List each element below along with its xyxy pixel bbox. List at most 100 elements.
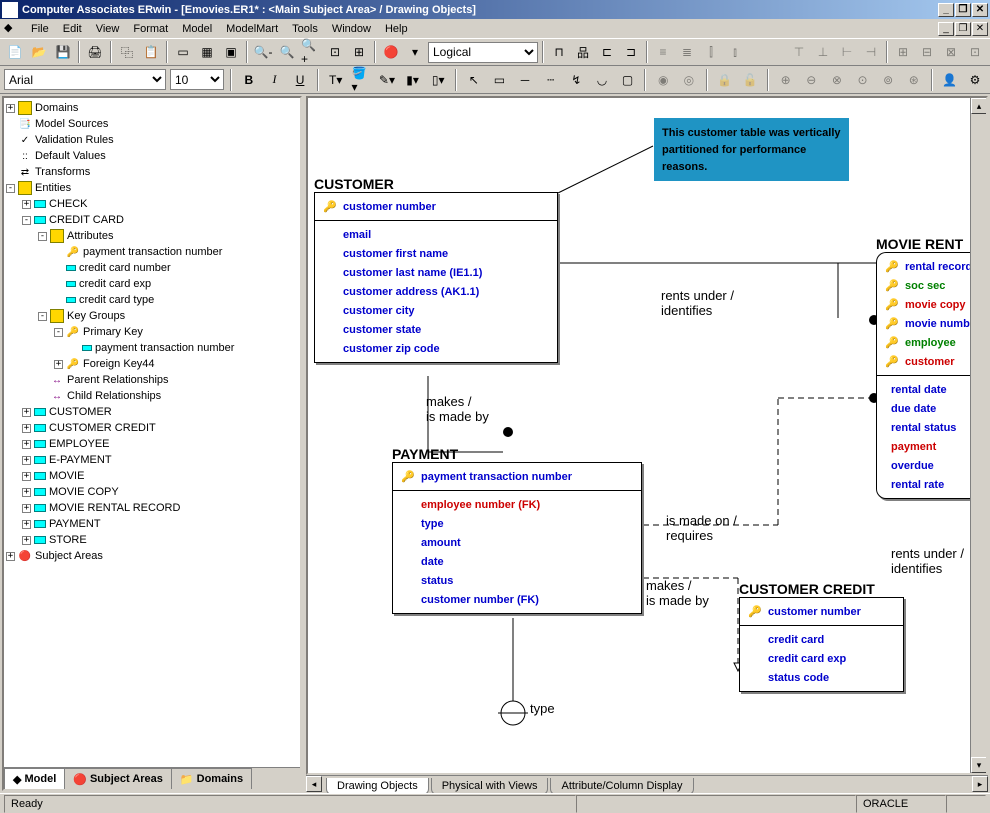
- menu-model[interactable]: Model: [175, 21, 219, 37]
- group-btn-1[interactable]: ⊞: [892, 41, 914, 63]
- scroll-right-button[interactable]: ▸: [972, 776, 988, 792]
- many-rel-tool[interactable]: ↯: [566, 69, 588, 91]
- mm-btn-3[interactable]: 🔒: [714, 69, 736, 91]
- toolbar-btn-3[interactable]: ▣: [220, 41, 242, 63]
- tree-node[interactable]: -🔑Primary Key: [6, 324, 298, 340]
- expand-toggle[interactable]: +: [22, 456, 31, 465]
- tree-node[interactable]: +CHECK: [6, 196, 298, 212]
- underline-button[interactable]: U: [289, 69, 311, 91]
- new-button[interactable]: 📄: [4, 41, 26, 63]
- mm-btn-5[interactable]: ⊕: [775, 69, 797, 91]
- expand-toggle[interactable]: [6, 152, 15, 161]
- fill-color-button[interactable]: 🪣▾: [351, 69, 373, 91]
- zoom-area-button[interactable]: ⊞: [348, 41, 370, 63]
- scroll-down-button[interactable]: ▾: [971, 757, 987, 773]
- toolbar-btn-1[interactable]: ▭: [172, 41, 194, 63]
- tree-node[interactable]: -Key Groups: [6, 308, 298, 324]
- identifying-rel-tool[interactable]: ─: [514, 69, 536, 91]
- pointer-tool[interactable]: ↖: [463, 69, 485, 91]
- align-btn-6[interactable]: ⊥: [812, 41, 834, 63]
- tree-node[interactable]: +PAYMENT: [6, 516, 298, 532]
- align-btn-5[interactable]: ⊤: [788, 41, 810, 63]
- tree-node[interactable]: +MOVIE RENTAL RECORD: [6, 500, 298, 516]
- expand-toggle[interactable]: [54, 296, 63, 305]
- expand-toggle[interactable]: +: [22, 504, 31, 513]
- mm-btn-9[interactable]: ⊚: [877, 69, 899, 91]
- tree-node[interactable]: 🔑payment transaction number: [6, 244, 298, 260]
- expand-toggle[interactable]: -: [54, 328, 63, 337]
- tree-node[interactable]: +MOVIE: [6, 468, 298, 484]
- zoom-in-button[interactable]: 🔍+: [300, 41, 322, 63]
- tree-node[interactable]: +E-PAYMENT: [6, 452, 298, 468]
- toolbar-btn-2[interactable]: ▦: [196, 41, 218, 63]
- mm-btn-2[interactable]: ◎: [678, 69, 700, 91]
- annotation-note[interactable]: This customer table was vertically parti…: [654, 118, 849, 181]
- expand-toggle[interactable]: +: [22, 200, 31, 209]
- menu-format[interactable]: Format: [126, 21, 175, 37]
- expand-toggle[interactable]: [38, 376, 47, 385]
- canvas-tab-physical-with-views[interactable]: Physical with Views: [431, 778, 549, 795]
- font-name-select[interactable]: Arial: [4, 69, 166, 90]
- open-button[interactable]: 📂: [28, 41, 50, 63]
- tree-node[interactable]: ✓Validation Rules: [6, 132, 298, 148]
- tree-node[interactable]: payment transaction number: [6, 340, 298, 356]
- mm-btn-6[interactable]: ⊖: [801, 69, 823, 91]
- tree-node[interactable]: +STORE: [6, 532, 298, 548]
- zoom-out-button[interactable]: 🔍-: [252, 41, 274, 63]
- expand-toggle[interactable]: [54, 264, 63, 273]
- expand-toggle[interactable]: [6, 120, 15, 129]
- expand-toggle[interactable]: +: [22, 408, 31, 417]
- dropdown-icon[interactable]: ▾: [404, 41, 426, 63]
- expand-toggle[interactable]: +: [6, 104, 15, 113]
- italic-button[interactable]: I: [264, 69, 286, 91]
- expand-toggle[interactable]: +: [22, 520, 31, 529]
- print-button[interactable]: 🖨: [84, 41, 106, 63]
- expand-toggle[interactable]: [70, 344, 79, 353]
- tree-node[interactable]: +🔑Foreign Key44: [6, 356, 298, 372]
- menu-file[interactable]: File: [24, 21, 56, 37]
- text-tool[interactable]: ▢: [617, 69, 639, 91]
- tree-node[interactable]: -Attributes: [6, 228, 298, 244]
- expand-toggle[interactable]: -: [22, 216, 31, 225]
- subtype-tool[interactable]: ◡: [591, 69, 613, 91]
- align-btn-3[interactable]: ⫿: [700, 41, 722, 63]
- restore-button[interactable]: ❐: [955, 3, 971, 17]
- sidebar-tab-model[interactable]: ◆Model: [4, 768, 65, 789]
- expand-toggle[interactable]: +: [54, 360, 63, 369]
- expand-toggle[interactable]: +: [22, 536, 31, 545]
- mm-btn-10[interactable]: ⊛: [903, 69, 925, 91]
- align-btn-1[interactable]: ≡: [652, 41, 674, 63]
- menu-view[interactable]: View: [89, 21, 127, 37]
- diagram-btn-4[interactable]: ⊐: [620, 41, 642, 63]
- vertical-scrollbar[interactable]: ▴ ▾: [970, 98, 986, 773]
- close-button[interactable]: ✕: [972, 3, 988, 17]
- expand-toggle[interactable]: [6, 168, 15, 177]
- entity-customer-credit[interactable]: 🔑customer number credit cardcredit card …: [739, 597, 904, 692]
- options-button[interactable]: ⚙: [964, 69, 986, 91]
- align-btn-2[interactable]: ≣: [676, 41, 698, 63]
- bg-color-button[interactable]: ▮▾: [402, 69, 424, 91]
- entity-payment[interactable]: 🔑payment transaction number employee num…: [392, 462, 642, 614]
- color-button[interactable]: 🔴: [380, 41, 402, 63]
- tree-node[interactable]: +Domains: [6, 100, 298, 116]
- tree-node[interactable]: credit card type: [6, 292, 298, 308]
- copy-button[interactable]: ⿻: [116, 41, 138, 63]
- mm-btn-4[interactable]: 🔓: [739, 69, 761, 91]
- expand-toggle[interactable]: -: [38, 232, 47, 241]
- expand-toggle[interactable]: +: [22, 424, 31, 433]
- expand-toggle[interactable]: [54, 248, 63, 257]
- paste-button[interactable]: 📋: [140, 41, 162, 63]
- tree-node[interactable]: -Entities: [6, 180, 298, 196]
- model-mode-select[interactable]: Logical: [428, 42, 538, 63]
- mm-btn-1[interactable]: ◉: [652, 69, 674, 91]
- entity-tool[interactable]: ▭: [489, 69, 511, 91]
- minimize-button[interactable]: _: [938, 3, 954, 17]
- tree-node[interactable]: ::Default Values: [6, 148, 298, 164]
- expand-toggle[interactable]: +: [6, 552, 15, 561]
- expand-toggle[interactable]: -: [6, 184, 15, 193]
- sidebar-tab-domains[interactable]: 📁Domains: [171, 768, 252, 789]
- mdi-minimize-button[interactable]: _: [938, 22, 954, 36]
- expand-toggle[interactable]: [6, 136, 15, 145]
- font-size-select[interactable]: 10: [170, 69, 224, 90]
- expand-toggle[interactable]: +: [22, 488, 31, 497]
